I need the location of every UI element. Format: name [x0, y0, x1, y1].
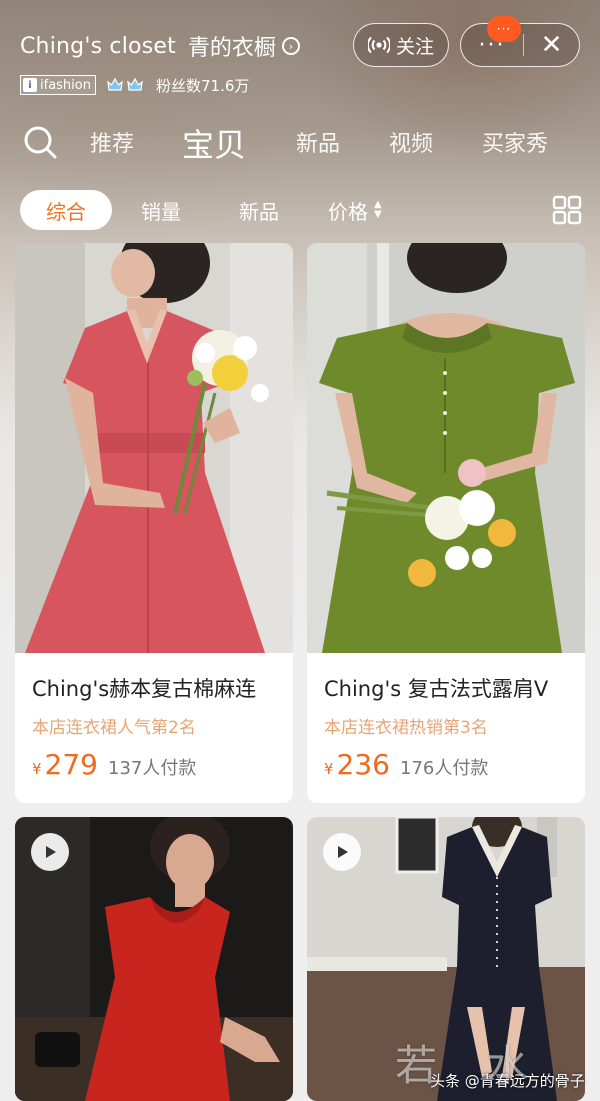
product-price: 279 [44, 748, 98, 781]
close-button[interactable]: ✕ [524, 24, 579, 66]
filter-new[interactable]: 新品 [239, 190, 279, 230]
ifashion-label: ifashion [40, 77, 91, 93]
follow-label: 关注 [395, 35, 434, 58]
crown-icon [127, 77, 143, 91]
filter-comprehensive[interactable]: 综合 [20, 190, 112, 230]
product-rank: 本店连衣裙人气第2名 [32, 718, 196, 738]
filter-sales[interactable]: 销量 [141, 190, 181, 230]
sort-filters: 综合 销量 新品 价格 ▲ ▼ [0, 190, 600, 230]
crown-icon [107, 77, 123, 91]
filter-label: 销量 [141, 199, 181, 224]
shop-name-cn: 青的衣橱 [187, 36, 276, 61]
fans-count: 粉丝数71.6万 [155, 76, 250, 95]
ifashion-badge: i ifashion [20, 75, 96, 95]
product-price: 236 [336, 748, 390, 781]
notification-badge: ··· [487, 16, 521, 42]
grid-view-icon[interactable] [552, 195, 582, 225]
search-icon[interactable] [22, 124, 58, 160]
product-photo [307, 243, 585, 653]
video-play-button[interactable] [31, 833, 69, 871]
product-rank: 本店连衣裙热销第3名 [324, 718, 488, 738]
shop-title-row[interactable]: Ching's closet 青的衣橱 › [20, 28, 300, 64]
shop-tabs: 推荐 宝贝 新品 视频 买家秀 [0, 118, 600, 166]
product-card[interactable]: Ching's 复古法式露肩V 本店连衣裙热销第3名 ¥ 236 176人付款 [307, 243, 585, 803]
live-broadcast-icon [367, 36, 390, 54]
tab-new[interactable]: 新品 [296, 126, 340, 158]
chevron-right-icon[interactable]: › [281, 37, 300, 55]
product-price-row: ¥ 236 176人付款 [324, 748, 488, 781]
close-icon: ✕ [540, 30, 563, 60]
currency-symbol: ¥ [32, 760, 42, 778]
seller-level-crowns [106, 76, 144, 94]
tab-buyer-show[interactable]: 买家秀 [482, 126, 548, 158]
filter-price[interactable]: 价格 ▲ ▼ [328, 190, 382, 230]
product-price-row: ¥ 279 137人付款 [32, 748, 196, 781]
play-icon [338, 846, 348, 858]
filter-label: 综合 [46, 199, 86, 224]
watermark-credit: 头条 @青春远方的骨子 [430, 1072, 585, 1090]
shop-name: Ching's closet [20, 33, 176, 59]
ifashion-logo-icon: i [23, 78, 37, 92]
product-sold-count: 176人付款 [400, 758, 489, 779]
product-sold-count: 137人付款 [108, 758, 197, 779]
follow-button[interactable]: 关注 [353, 23, 449, 67]
product-photo [15, 243, 293, 653]
shop-badges: i ifashion 粉丝数71.6万 [20, 74, 249, 96]
tab-recommend[interactable]: 推荐 [90, 126, 134, 158]
product-title[interactable]: Ching's赫本复古棉麻连 [32, 673, 256, 703]
tab-products[interactable]: 宝贝 [182, 120, 246, 166]
sort-arrows-icon: ▲ ▼ [374, 199, 382, 220]
product-card[interactable] [15, 817, 293, 1101]
product-card[interactable]: Ching's赫本复古棉麻连 本店连衣裙人气第2名 ¥ 279 137人付款 [15, 243, 293, 803]
video-play-button[interactable] [323, 833, 361, 871]
product-title[interactable]: Ching's 复古法式露肩V [324, 673, 548, 703]
filter-label: 新品 [239, 199, 279, 224]
play-icon [46, 846, 56, 858]
currency-symbol: ¥ [324, 760, 334, 778]
filter-label: 价格 [328, 199, 368, 224]
tab-video[interactable]: 视频 [389, 126, 433, 158]
